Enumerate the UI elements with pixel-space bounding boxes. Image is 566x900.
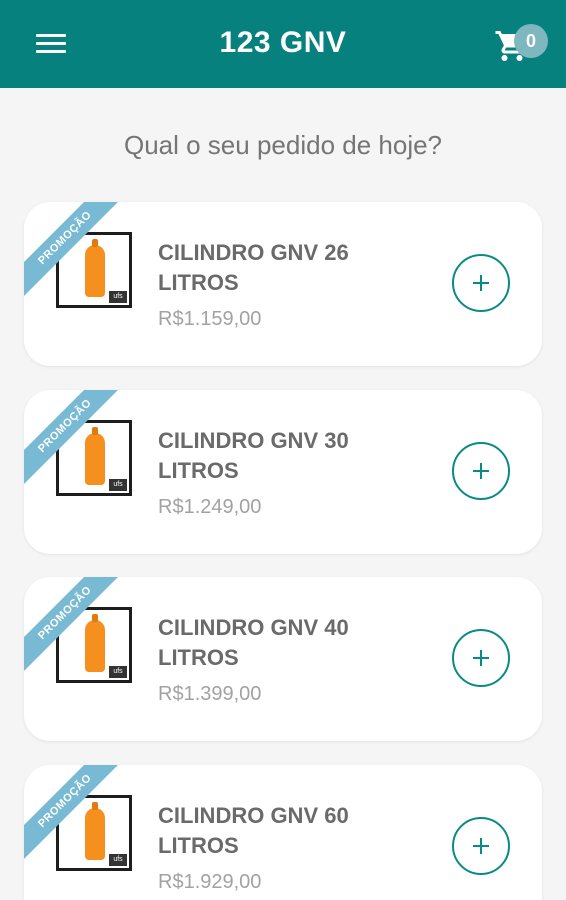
brand-logo: ufs xyxy=(109,479,127,491)
product-name: CILINDRO GNV 40 LITROS xyxy=(158,615,349,670)
product-card: PROMOÇÃO ufs CILINDRO GNV 60 LITROS R$1.… xyxy=(24,765,542,900)
product-price: R$1.159,00 xyxy=(158,308,262,330)
cart-count-badge: 0 xyxy=(514,24,548,58)
cylinder-icon xyxy=(85,427,105,485)
product-price: R$1.399,00 xyxy=(158,683,262,705)
product-name: CILINDRO GNV 26 LITROS xyxy=(158,240,349,295)
product-card: PROMOÇÃO ufs CILINDRO GNV 40 LITROS R$1.… xyxy=(24,577,542,741)
cylinder-icon xyxy=(85,239,105,297)
product-name: CILINDRO GNV 30 LITROS xyxy=(158,428,349,483)
cylinder-icon xyxy=(85,802,105,860)
product-name: CILINDRO GNV 60 LITROS xyxy=(158,803,349,858)
add-to-cart-button[interactable] xyxy=(452,254,510,312)
brand-logo: ufs xyxy=(109,291,127,303)
add-to-cart-button[interactable] xyxy=(452,817,510,875)
product-card: PROMOÇÃO ufs CILINDRO GNV 26 LITROS R$1.… xyxy=(24,202,542,366)
page-prompt: Qual o seu pedido de hoje? xyxy=(123,130,443,160)
app-title: 123 GNV xyxy=(219,26,347,59)
brand-logo: ufs xyxy=(109,854,127,866)
product-card: PROMOÇÃO ufs CILINDRO GNV 30 LITROS R$1.… xyxy=(24,390,542,554)
product-price: R$1.249,00 xyxy=(158,496,262,518)
add-to-cart-button[interactable] xyxy=(452,442,510,500)
cart-button[interactable]: 0 xyxy=(492,24,552,68)
brand-logo: ufs xyxy=(109,666,127,678)
app-header: 123 GNV 0 xyxy=(0,0,566,88)
product-price: R$1.929,00 xyxy=(158,871,262,893)
cylinder-icon xyxy=(85,614,105,672)
add-to-cart-button[interactable] xyxy=(452,629,510,687)
